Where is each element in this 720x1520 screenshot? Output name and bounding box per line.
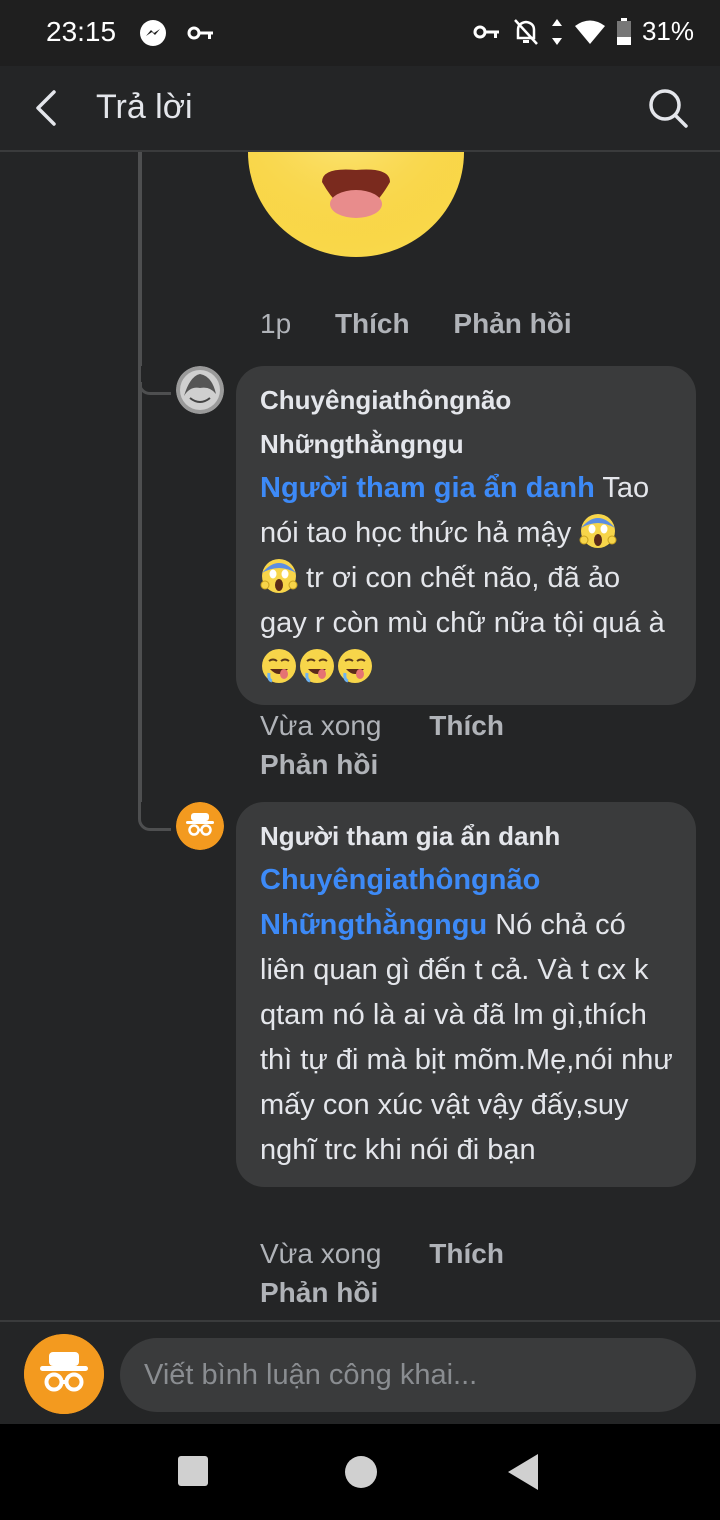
comment-time: Vừa xong [260, 710, 382, 741]
thread-line [138, 152, 142, 366]
comment-text: Chuyêngiathôngnão Nhữngthằngngu Nó chả c… [260, 858, 674, 1173]
vpn-key-icon [473, 25, 499, 38]
battery-icon [616, 17, 631, 45]
comment-text: Người tham gia ẩn danh Tao nói tao học t… [260, 466, 674, 691]
comment-body-continued: tr ơi con chết não, đã ảo gay r còn mù c… [260, 562, 665, 639]
thread-line [138, 382, 142, 802]
reply-button[interactable]: Phản hồi [260, 749, 378, 780]
anonymous-avatar[interactable] [176, 802, 224, 850]
key-icon [187, 26, 213, 40]
face-screaming-in-fear-emoji [579, 514, 617, 548]
comment-composer [0, 1320, 720, 1426]
mention-link[interactable]: Người tham gia ẩn danh [260, 472, 595, 504]
comment-author[interactable]: Chuyêngiathôngnão Nhữngthằngngu [260, 378, 674, 466]
comment-input[interactable] [120, 1338, 696, 1412]
page-title: Trả lời [96, 88, 193, 126]
data-arrows-icon [551, 18, 562, 45]
comment-time: 1p [260, 308, 292, 339]
reply-button[interactable]: Phản hồi [260, 1277, 378, 1308]
anonymous-avatar[interactable] [24, 1334, 104, 1414]
comment-bubble[interactable]: Người tham gia ẩn danh Chuyêngiathôngnão… [236, 802, 696, 1187]
like-button[interactable]: Thích [429, 1238, 504, 1269]
comment-meta: Vừa xong Thích Phản hồi [260, 1234, 560, 1312]
drooling-face-emoji [262, 649, 296, 683]
app-bar: Trả lời [0, 66, 720, 152]
recents-button[interactable] [178, 1456, 208, 1486]
thread-connector [138, 802, 171, 831]
comment-body: Nó chả có liên quan gì đến t cả. Và t cx… [260, 909, 673, 1166]
thread-connector [138, 366, 171, 395]
face-screaming-in-fear-emoji [260, 559, 298, 593]
like-button[interactable]: Thích [335, 308, 410, 339]
wifi-icon [574, 20, 605, 44]
system-nav-bar [0, 1424, 720, 1520]
notifications-off-icon [514, 18, 538, 45]
comment-bubble[interactable]: Chuyêngiathôngnão Nhữngthằngngu Người th… [236, 366, 696, 705]
search-icon[interactable] [646, 86, 690, 130]
comment-meta: 1p Thích Phản hồi [260, 308, 572, 340]
nav-back-button[interactable] [508, 1454, 538, 1490]
back-arrow-icon[interactable] [26, 86, 70, 130]
reply-button[interactable]: Phản hồi [453, 308, 571, 339]
status-bar: 23:15 31% [0, 0, 720, 66]
drooling-face-emoji [300, 649, 334, 683]
comment-author[interactable]: Người tham gia ẩn danh [260, 814, 674, 858]
avatar[interactable] [176, 366, 224, 414]
comment-meta: Vừa xong Thích Phản hồi [260, 706, 560, 784]
comment-time: Vừa xong [260, 1238, 382, 1269]
battery-percent: 31% [641, 16, 694, 46]
comment-thread[interactable]: 1p Thích Phản hồi Chuyêngiathôngnão Nhữn… [0, 152, 720, 1320]
drooling-face-emoji [338, 649, 372, 683]
messenger-icon [140, 20, 166, 46]
home-button[interactable] [345, 1456, 377, 1488]
sticker-image[interactable] [240, 152, 470, 282]
like-button[interactable]: Thích [429, 710, 504, 741]
status-time: 23:15 [46, 16, 117, 47]
